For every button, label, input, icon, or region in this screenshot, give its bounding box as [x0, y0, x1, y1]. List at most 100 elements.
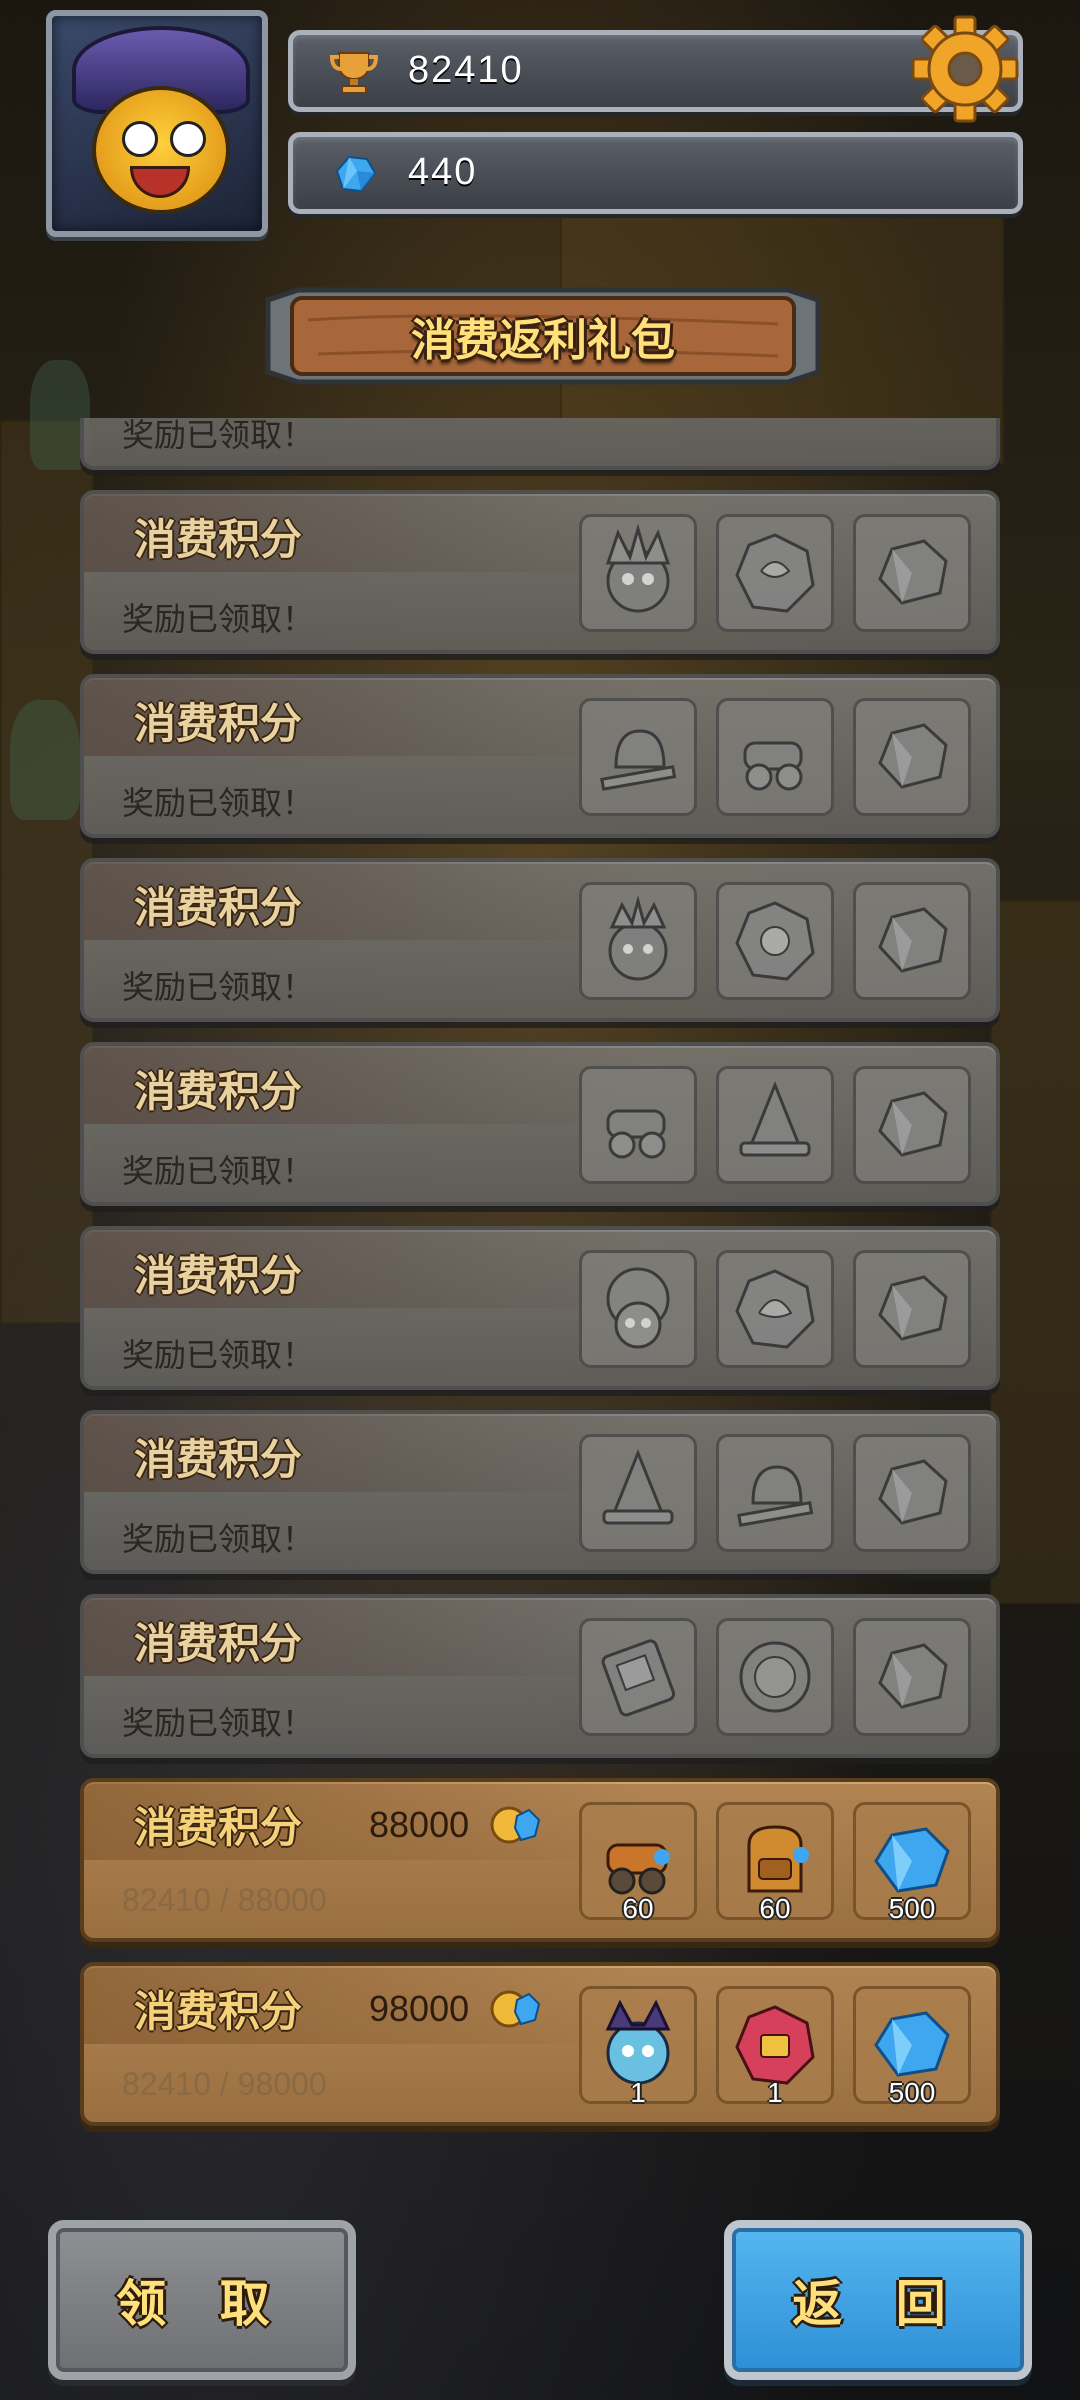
- cannon-icon: [743, 741, 803, 791]
- hero-spiky-icon: [605, 523, 671, 613]
- reward-row: 消费积分 98000 82410 / 98000 1 1 500: [80, 1962, 1000, 2126]
- row-status: 奖励已领取！: [122, 1520, 315, 1558]
- row-title: 消费积分: [134, 1619, 303, 1668]
- reward-quantity: 500: [888, 2077, 936, 2108]
- reward-row: 消费积分 奖励已领取！: [80, 674, 1000, 838]
- reward-slot[interactable]: 60: [579, 1802, 697, 1924]
- reward-slot[interactable]: 1: [579, 1986, 697, 2108]
- row-title: 消费积分: [134, 883, 303, 932]
- reward-list[interactable]: 奖励已领取！ 消费积分 奖励已领取！ 消费积分 奖励已领取！ 消费积分 奖励已领…: [80, 418, 1000, 2138]
- hero-shard-icon: [735, 533, 815, 613]
- reward-slot[interactable]: [853, 1618, 971, 1736]
- row-title: 消费积分: [134, 1987, 303, 2036]
- row-title: 消费积分: [134, 1435, 303, 1484]
- reward-row: 消费积分 奖励已领取！: [80, 1042, 1000, 1206]
- avatar-eye: [170, 121, 206, 157]
- hero-shard-icon: [735, 901, 815, 981]
- reward-slot[interactable]: [716, 1066, 834, 1184]
- reward-slot[interactable]: [853, 514, 971, 632]
- reward-slot[interactable]: [716, 1618, 834, 1736]
- coin-gem-icon: [490, 1990, 541, 2028]
- reward-quantity: 60: [759, 1893, 791, 1924]
- reward-slot[interactable]: [579, 1618, 697, 1736]
- row-status: 奖励已领取！: [122, 600, 315, 638]
- reward-slot[interactable]: [716, 1434, 834, 1552]
- reward-slot[interactable]: 500: [853, 1986, 971, 2108]
- reward-quantity: 1: [630, 2077, 646, 2108]
- reward-row: 消费积分 奖励已领取！: [80, 1226, 1000, 1390]
- row-status: 奖励已领取！: [122, 968, 315, 1006]
- row-target-points: 98000: [369, 1988, 470, 2029]
- hero-crown-icon: [608, 895, 668, 981]
- coin-gem-icon: [490, 1806, 541, 1844]
- ore-icon: [878, 1275, 948, 1341]
- row-status: 奖励已领取！: [122, 1704, 315, 1742]
- wizard-hat-icon: [602, 1448, 674, 1525]
- reward-slot[interactable]: [579, 882, 697, 1000]
- trophy-icon: [329, 52, 379, 94]
- ore-icon: [878, 1091, 948, 1157]
- claim-button[interactable]: 领 取: [48, 2220, 356, 2380]
- helmet-sword-icon: [737, 1465, 814, 1527]
- gear-icon[interactable]: [910, 14, 1020, 124]
- back-button[interactable]: 返 回: [724, 2220, 1032, 2380]
- reward-row: 消费积分 奖励已领取！: [80, 1594, 1000, 1758]
- reward-slot[interactable]: [853, 1066, 971, 1184]
- wizard-hat-icon: [739, 1080, 811, 1157]
- reward-slot[interactable]: 500: [853, 1802, 971, 1924]
- reward-slot[interactable]: [853, 1250, 971, 1368]
- reward-quantity: 500: [888, 1893, 936, 1924]
- row-title: 消费积分: [134, 515, 303, 564]
- reward-quantity: 60: [622, 1893, 654, 1924]
- reward-slot[interactable]: [853, 698, 971, 816]
- reward-row: 消费积分 奖励已领取！: [80, 1410, 1000, 1574]
- background-bottle: [10, 700, 80, 820]
- cannon-icon: [606, 1109, 666, 1159]
- ore-icon: [878, 1643, 948, 1709]
- hero-tree-icon: [606, 1267, 670, 1349]
- avatar-eye: [122, 121, 158, 157]
- row-target-points: 88000: [369, 1804, 470, 1845]
- row-status: 奖励已领取！: [122, 784, 315, 822]
- row-title: 消费积分: [134, 1067, 303, 1116]
- player-avatar[interactable]: [46, 10, 268, 237]
- reward-row: 消费积分 奖励已领取！: [80, 858, 1000, 1022]
- reward-slot[interactable]: [716, 1250, 834, 1368]
- reward-slot[interactable]: [716, 698, 834, 816]
- row-progress-text: 82410 / 98000: [122, 2066, 327, 2102]
- ore-icon: [878, 907, 948, 973]
- reward-slot[interactable]: [716, 882, 834, 1000]
- reward-slot[interactable]: 60: [716, 1802, 834, 1924]
- ore-icon: [878, 1459, 948, 1525]
- gem-value: 440: [408, 151, 478, 193]
- title-banner: 消费返利礼包: [258, 280, 828, 392]
- reward-row: 消费积分 奖励已领取！: [80, 490, 1000, 654]
- reward-row: 消费积分 88000 82410 / 88000 60 60 500: [80, 1778, 1000, 1942]
- reward-slot[interactable]: [716, 514, 834, 632]
- reward-slot[interactable]: [579, 1434, 697, 1552]
- row-status: 奖励已领取！: [122, 1336, 315, 1374]
- page-title: 消费返利礼包: [411, 315, 675, 366]
- gem-counter: 440: [288, 132, 1023, 214]
- reward-slot[interactable]: [579, 1250, 697, 1368]
- row-progress-text: 82410 / 88000: [122, 1882, 327, 1918]
- book-icon: [601, 1639, 676, 1717]
- row-status: 奖励已领取！: [122, 418, 315, 454]
- trophy-value: 82410: [408, 49, 524, 91]
- gem-icon: [335, 155, 377, 193]
- reward-slot[interactable]: [853, 882, 971, 1000]
- reward-slot[interactable]: 1: [716, 1986, 834, 2108]
- row-status: 奖励已领取！: [122, 1152, 315, 1190]
- reward-row: 奖励已领取！: [80, 418, 1000, 470]
- ore-icon: [878, 723, 948, 789]
- reward-slot[interactable]: [853, 1434, 971, 1552]
- reward-slot[interactable]: [579, 1066, 697, 1184]
- row-title: 消费积分: [134, 1803, 303, 1852]
- coin-token-icon: [739, 1641, 811, 1713]
- hero-shard-icon: [735, 1269, 815, 1349]
- reward-quantity: 1: [767, 2077, 783, 2108]
- helmet-sword-icon: [600, 729, 677, 791]
- row-title: 消费积分: [134, 1251, 303, 1300]
- reward-slot[interactable]: [579, 514, 697, 632]
- reward-slot[interactable]: [579, 698, 697, 816]
